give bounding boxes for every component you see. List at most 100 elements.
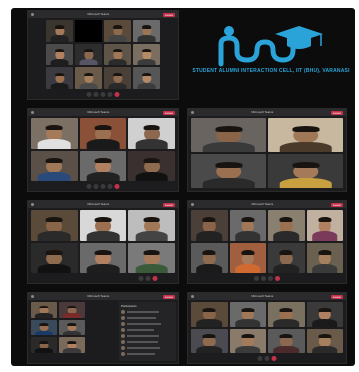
participant-tile[interactable] — [79, 210, 127, 241]
participant-tile[interactable] — [229, 242, 266, 273]
participant-tile[interactable] — [31, 210, 78, 241]
participant-tile[interactable] — [75, 20, 102, 42]
video-grid — [46, 20, 160, 89]
mic-icon[interactable] — [264, 355, 270, 361]
participant-tile[interactable] — [128, 210, 175, 241]
camera-icon[interactable] — [257, 355, 263, 361]
hangup-icon[interactable] — [114, 91, 120, 97]
mic-icon[interactable] — [145, 275, 151, 281]
participant-tile[interactable] — [31, 242, 78, 273]
meeting-window-2: Microsoft Teams Leave — [27, 108, 179, 192]
title-bar: Microsoft Teams Leave — [28, 293, 178, 300]
call-controls — [138, 275, 158, 281]
camera-icon[interactable] — [254, 275, 259, 281]
window-dot — [191, 111, 194, 114]
participant-tile[interactable] — [75, 67, 102, 89]
participant-tile[interactable] — [79, 150, 127, 181]
hangup-icon[interactable] — [152, 275, 158, 281]
participant-tile[interactable] — [31, 319, 57, 336]
camera-icon[interactable] — [86, 91, 92, 97]
participant-tile[interactable] — [229, 302, 266, 327]
leave-button[interactable]: Leave — [162, 12, 175, 17]
leave-button[interactable]: Leave — [162, 202, 175, 207]
participant-tile[interactable] — [306, 242, 343, 273]
participant-tile[interactable] — [191, 154, 266, 188]
avatar — [121, 310, 125, 314]
participant-row[interactable] — [121, 352, 174, 356]
camera-icon[interactable] — [86, 183, 92, 189]
window-title: Microsoft Teams — [87, 202, 110, 206]
participant-tile[interactable] — [79, 118, 127, 149]
leave-button[interactable]: Leave — [330, 110, 343, 115]
share-icon[interactable] — [100, 183, 106, 189]
participant-row[interactable] — [121, 340, 174, 344]
window-dot — [31, 13, 34, 16]
participant-row[interactable] — [121, 322, 174, 326]
participant-tile[interactable] — [268, 302, 305, 327]
leave-button[interactable]: Leave — [162, 294, 175, 299]
hangup-icon[interactable] — [275, 275, 280, 281]
participant-tile[interactable] — [191, 242, 228, 273]
participant-row[interactable] — [121, 346, 174, 350]
leave-button[interactable]: Leave — [162, 110, 175, 115]
mic-icon[interactable] — [93, 91, 99, 97]
participant-tile[interactable] — [268, 118, 343, 152]
participant-tile[interactable] — [191, 118, 266, 152]
participant-tile[interactable] — [59, 319, 85, 336]
meeting-window-3: Microsoft Teams Leave — [187, 108, 347, 192]
participant-row[interactable] — [121, 334, 174, 338]
participant-tile[interactable] — [59, 337, 85, 353]
hangup-icon[interactable] — [114, 183, 120, 189]
participant-tile[interactable] — [46, 20, 73, 42]
hangup-icon[interactable] — [271, 355, 277, 361]
participant-tile[interactable] — [306, 210, 343, 241]
mic-icon[interactable] — [261, 275, 266, 281]
mic-icon[interactable] — [93, 183, 99, 189]
participant-tile[interactable] — [268, 242, 305, 273]
participant-tile[interactable] — [229, 210, 266, 241]
participant-tile[interactable] — [306, 328, 343, 353]
title-bar: Microsoft Teams Leave — [28, 201, 178, 208]
participant-tile[interactable] — [31, 337, 57, 353]
camera-icon[interactable] — [138, 275, 144, 281]
participant-tile[interactable] — [268, 328, 305, 353]
participant-tile[interactable] — [133, 67, 160, 89]
participant-tile[interactable] — [31, 302, 57, 318]
participant-tile[interactable] — [191, 328, 228, 353]
participant-tile[interactable] — [128, 150, 175, 181]
participant-tile[interactable] — [128, 118, 175, 149]
participant-row[interactable] — [121, 316, 174, 320]
participant-tile[interactable] — [75, 43, 102, 66]
participant-tile[interactable] — [268, 210, 305, 241]
meeting-window-6: Microsoft Teams Leave Participants — [27, 292, 179, 364]
participant-tile[interactable] — [79, 242, 127, 273]
leave-button[interactable]: Leave — [330, 294, 343, 299]
more-icon[interactable] — [107, 91, 113, 97]
avatar — [121, 334, 125, 338]
title-bar: Microsoft Teams Leave — [188, 109, 346, 116]
participant-tile[interactable] — [268, 154, 343, 188]
participant-tile[interactable] — [104, 43, 131, 66]
participant-tile[interactable] — [46, 67, 73, 89]
share-icon[interactable] — [268, 275, 273, 281]
participant-tile[interactable] — [128, 242, 175, 273]
window-dot — [31, 203, 34, 206]
participant-row[interactable] — [121, 328, 174, 332]
leave-button[interactable]: Leave — [330, 202, 343, 207]
participant-tile[interactable] — [59, 302, 85, 318]
logo-caption: STUDENT ALUMNI INTERACTION CELL, IIT (BH… — [192, 68, 350, 74]
participant-tile[interactable] — [31, 118, 78, 149]
participant-row[interactable] — [121, 310, 174, 314]
participant-tile[interactable] — [46, 43, 73, 66]
participant-tile[interactable] — [31, 150, 78, 181]
participant-tile[interactable] — [104, 67, 131, 89]
participant-tile[interactable] — [191, 210, 228, 241]
participant-tile[interactable] — [306, 302, 343, 327]
participant-tile[interactable] — [229, 328, 266, 353]
participant-tile[interactable] — [133, 43, 160, 66]
participant-tile[interactable] — [191, 302, 228, 327]
more-icon[interactable] — [107, 183, 113, 189]
participant-tile[interactable] — [133, 20, 160, 42]
participant-tile[interactable] — [104, 20, 131, 42]
share-icon[interactable] — [100, 91, 106, 97]
